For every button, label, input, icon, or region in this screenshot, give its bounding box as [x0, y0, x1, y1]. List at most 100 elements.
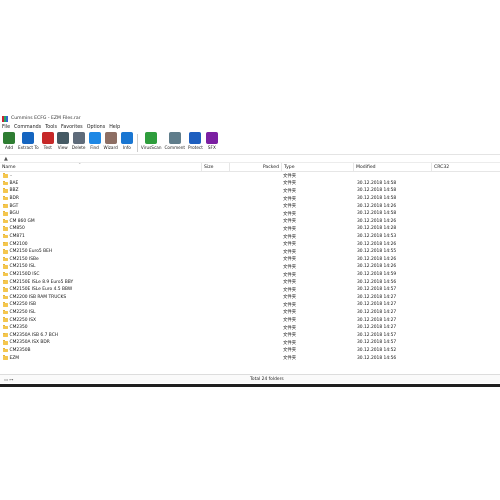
virusscan-icon: [145, 132, 158, 144]
file-row[interactable]: CM2150E ISLe 8.9 Euro5 BBY 文件夹 30.12.2018 …: [0, 278, 500, 286]
menu-options[interactable]: Options: [87, 125, 106, 130]
status-text: Total 24 folders: [250, 376, 284, 382]
file-type: 文件夹: [283, 325, 297, 331]
menu-favorites[interactable]: Favorites: [61, 125, 83, 130]
file-type: 文件夹: [283, 272, 297, 278]
menu-commands[interactable]: Commands: [14, 125, 41, 130]
file-row[interactable]: CM2150 ISBe 文件夹 30.12.2018 14:26: [0, 256, 500, 264]
menu-file[interactable]: File: [2, 125, 10, 130]
file-row[interactable]: BGU 文件夹 30.12.2018 14:58: [0, 210, 500, 218]
file-name-cell: CM2350A ISX BDR: [3, 339, 50, 347]
file-row[interactable]: BGT 文件夹 30.12.2018 14:26: [0, 202, 500, 210]
info-icon: [120, 132, 133, 144]
file-modified: 30.12.2018 14:58: [357, 196, 397, 202]
file-modified: 30.12.2018 14:57: [357, 287, 397, 293]
file-modified: 30.12.2018 14:58: [357, 211, 397, 217]
view-button[interactable]: View: [56, 132, 69, 150]
folder-icon: [3, 294, 8, 300]
file-name: BDR: [9, 196, 19, 202]
file-row[interactable]: CM2200 ISB RAM TRUCKS 文件夹 30.12.2018 14:27: [0, 294, 500, 302]
file-row[interactable]: CM850 文件夹 30.12.2018 14:28: [0, 225, 500, 233]
file-row[interactable]: CM871 文件夹 30.12.2018 14:53: [0, 233, 500, 241]
file-row[interactable]: CM2350A ISB 6.7 BCH 文件夹 30.12.2018 14:57: [0, 331, 500, 339]
delete-button[interactable]: Delete: [72, 132, 86, 150]
file-row[interactable]: BAE 文件夹 30.12.2018 14:58: [0, 180, 500, 188]
file-type: 文件夹: [283, 280, 297, 286]
file-name: CM2150 ISBe: [9, 256, 39, 262]
folder-icon: [3, 317, 8, 322]
column-name[interactable]: Name: [0, 163, 202, 172]
file-row[interactable]: BBZ 文件夹 30.12.2018 14:58: [0, 187, 500, 195]
find-button[interactable]: Find: [88, 132, 101, 150]
file-modified: 30.12.2018 14:57: [357, 340, 397, 346]
toolbar-label: Comment: [164, 145, 186, 150]
menu-tools[interactable]: Tools: [45, 125, 57, 130]
menu-help[interactable]: Help: [109, 125, 120, 130]
file-modified: 30.12.2018 14:27: [357, 309, 397, 315]
column-crc32[interactable]: CRC32: [432, 163, 500, 172]
file-modified: 30.12.2018 14:27: [357, 317, 397, 323]
folder-icon: [3, 264, 8, 269]
column-packed[interactable]: Packed: [230, 163, 282, 172]
extract-to-button[interactable]: Extract To: [18, 132, 39, 150]
sfx-button[interactable]: SFX: [205, 132, 218, 150]
file-name-cell: CM2150E ISLe Euro 4.5 BBW: [3, 286, 72, 294]
file-type: 文件夹: [283, 340, 297, 346]
file-row[interactable]: CM2350B 文件夹 30.12.2018 14:52: [0, 347, 500, 355]
file-modified: 30.12.2018 14:53: [357, 234, 397, 240]
file-row[interactable]: CM2100 文件夹 30.12.2018 14:26: [0, 240, 500, 248]
file-name: CM2150E ISLe Euro 4.5 BBW: [9, 287, 73, 293]
file-row[interactable]: CM2150 ISL 文件夹 30.12.2018 14:26: [0, 263, 500, 271]
extract-icon: [22, 132, 35, 144]
file-modified: 30.12.2018 14:58: [357, 180, 397, 186]
up-folder-icon[interactable]: ▲: [4, 156, 8, 162]
file-modified: 30.12.2018 14:55: [357, 249, 397, 255]
wizard-button[interactable]: Wizard: [104, 132, 118, 150]
file-name: CM2250 ISX: [9, 317, 37, 323]
drive-indicator[interactable]: ▭ ⊶: [4, 377, 13, 382]
file-row[interactable]: EZM 文件夹 30.12.2018 14:56: [0, 354, 500, 362]
comment-button[interactable]: Comment: [164, 132, 186, 150]
folder-icon: [3, 309, 8, 315]
column-modified[interactable]: Modified: [354, 163, 432, 172]
file-modified: 30.12.2018 14:26: [357, 203, 397, 209]
status-bar: ▭ ⊶ Total 24 folders: [0, 374, 500, 383]
protect-button[interactable]: Protect: [188, 132, 203, 150]
folder-icon: [3, 287, 8, 292]
virusscan-button[interactable]: VirusScan: [141, 132, 162, 150]
file-name: CM2150E ISLe 8.9 Euro5 BBY: [9, 279, 74, 285]
file-name: CM2150 Euro5 BEH: [9, 249, 53, 255]
file-row[interactable]: CM 860 GM 文件夹 30.12.2018 14:26: [0, 218, 500, 226]
toolbar-label: Protect: [188, 145, 203, 150]
folder-icon: [3, 279, 8, 284]
file-row[interactable]: CM2250 ISX 文件夹 30.12.2018 14:27: [0, 316, 500, 324]
wizard-icon: [104, 132, 117, 144]
comment-icon: [168, 132, 181, 144]
test-button[interactable]: Test: [41, 132, 54, 150]
file-modified: 30.12.2018 14:58: [357, 188, 397, 194]
view-icon: [56, 132, 69, 144]
file-name-cell: BAE: [3, 180, 18, 188]
file-row[interactable]: CM2150D ISC 文件夹 30.12.2018 14:59: [0, 271, 500, 279]
file-row[interactable]: CM2350A ISX BDR 文件夹 30.12.2018 14:57: [0, 339, 500, 347]
file-row[interactable]: CM2350 文件夹 30.12.2018 14:27: [0, 324, 500, 332]
winrar-app-icon: [2, 115, 8, 122]
info-button[interactable]: Info: [120, 132, 133, 150]
file-row[interactable]: .. 文件夹: [0, 172, 500, 180]
file-modified: 30.12.2018 14:27: [357, 302, 397, 308]
folder-icon: [3, 188, 8, 193]
file-row[interactable]: CM2150 Euro5 BEH 文件夹 30.12.2018 14:55: [0, 248, 500, 256]
add-button[interactable]: Add: [3, 132, 15, 150]
file-modified: 30.12.2018 14:26: [357, 264, 397, 270]
delete-icon: [72, 132, 85, 144]
file-row[interactable]: CM2250 ISB 文件夹 30.12.2018 14:27: [0, 301, 500, 309]
column-size[interactable]: Size: [202, 163, 230, 172]
file-name: CM2250 ISB: [9, 302, 37, 308]
file-name-cell: CM2150 Euro5 BEH: [3, 248, 52, 256]
file-row[interactable]: BDR 文件夹 30.12.2018 14:58: [0, 195, 500, 203]
file-row[interactable]: CM2150E ISLe Euro 4.5 BBW 文件夹 30.12.2018 1…: [0, 286, 500, 294]
column-type[interactable]: Type: [282, 163, 354, 172]
folder-icon: [3, 226, 8, 231]
file-row[interactable]: CM2250 ISL 文件夹 30.12.2018 14:27: [0, 309, 500, 317]
protect-icon: [189, 132, 202, 144]
